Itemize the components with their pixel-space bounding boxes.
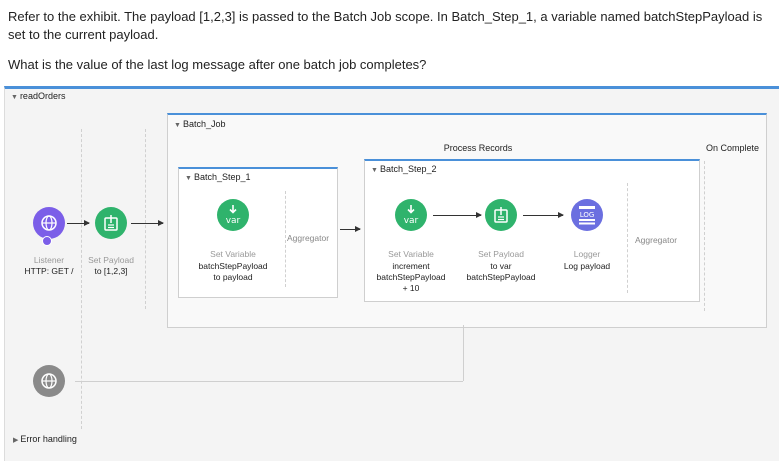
error-source-node[interactable] <box>33 365 65 397</box>
set-payload-icon <box>494 207 508 223</box>
batch-step-2-title[interactable]: ▼ Batch_Step_2 <box>371 164 436 174</box>
svg-text:var: var <box>404 216 419 226</box>
collapse-triangle-icon[interactable]: ▼ <box>174 122 181 129</box>
set-variable-label: increment batchStepPayload + 10 <box>376 261 446 293</box>
batch-step-2[interactable]: ▼ Batch_Step_2 var LOG Aggregator Set Var… <box>364 159 700 302</box>
lane-divider <box>704 161 705 311</box>
batch-job-scope[interactable]: ▼ Batch_Job Process Records On Complete ▼… <box>167 113 767 328</box>
set-payload-type: Set Payload <box>478 249 524 259</box>
collapse-triangle-icon[interactable]: ▼ <box>185 175 192 182</box>
set-payload-label: to var batchStepPayload <box>466 261 536 282</box>
flow-arrow <box>523 212 564 218</box>
return-line <box>75 381 463 382</box>
lane-divider <box>145 129 146 309</box>
set-variable-type: Set Variable <box>210 249 256 259</box>
return-line <box>463 325 464 381</box>
svg-text:LOG: LOG <box>580 211 595 219</box>
set-payload-type: Set Payload <box>88 255 134 265</box>
source-badge-icon <box>42 236 52 246</box>
batch-job-title[interactable]: ▼ Batch_Job <box>174 119 225 129</box>
flow-arrow <box>340 226 361 232</box>
set-variable-type: Set Variable <box>388 249 434 259</box>
set-payload-label: to [1,2,3] <box>94 266 128 276</box>
log-icon: LOG <box>579 206 595 225</box>
batch-step-1-title[interactable]: ▼ Batch_Step_1 <box>185 172 250 182</box>
flow-title[interactable]: ▼ readOrders <box>11 91 65 101</box>
expand-triangle-icon[interactable]: ▶ <box>13 436 18 444</box>
globe-icon <box>41 373 57 389</box>
variable-icon: var <box>226 205 241 226</box>
logger-node[interactable]: LOG <box>571 199 603 231</box>
variable-icon: var <box>404 205 419 226</box>
set-payload-node[interactable] <box>485 199 517 231</box>
aggregator-label: Aggregator <box>635 235 678 245</box>
on-complete-title: On Complete <box>706 143 760 153</box>
listener-node[interactable] <box>33 207 65 239</box>
svg-text:var: var <box>226 216 241 226</box>
process-records-title: Process Records <box>443 143 513 153</box>
lane-divider <box>627 183 628 293</box>
error-handling-toggle[interactable]: ▶ Error handling <box>13 434 77 444</box>
logger-label: Log payload <box>563 261 611 271</box>
set-variable-label: batchStepPayload to payload <box>198 261 268 282</box>
collapse-triangle-icon[interactable]: ▼ <box>11 94 18 101</box>
batch-step-1[interactable]: ▼ Batch_Step_1 var Aggregator Set Variabl… <box>178 167 338 298</box>
globe-icon <box>41 215 57 231</box>
aggregator-label: Aggregator <box>287 233 330 243</box>
set-variable-node[interactable]: var <box>217 199 249 231</box>
flow-arrow <box>433 212 482 218</box>
lane-divider <box>81 129 82 429</box>
question-text: Refer to the exhibit. The payload [1,2,3… <box>8 9 763 42</box>
question-prompt: What is the value of the last log messag… <box>8 57 427 72</box>
flow-canvas: ▼ readOrders Listener HTTP: GET / Set Pay… <box>4 86 779 461</box>
logger-type: Logger <box>573 249 601 259</box>
increment-variable-node[interactable]: var <box>395 199 427 231</box>
lane-divider <box>285 191 286 287</box>
set-payload-icon <box>104 215 118 231</box>
set-payload-node[interactable] <box>95 207 127 239</box>
flow-arrow <box>67 220 90 226</box>
flow-arrow <box>131 220 164 226</box>
collapse-triangle-icon[interactable]: ▼ <box>371 167 378 174</box>
